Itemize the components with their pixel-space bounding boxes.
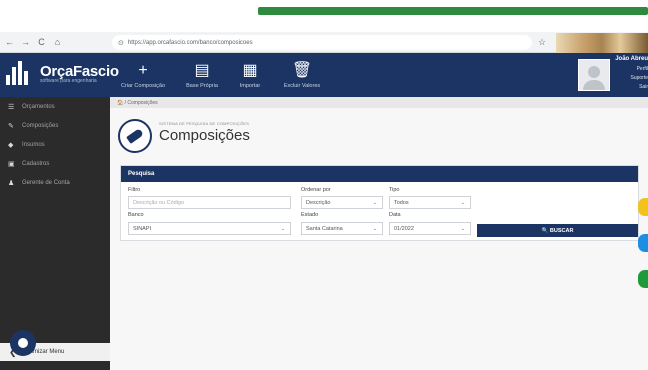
criar-composicao-button[interactable]: + Criar Composição bbox=[118, 53, 168, 97]
register-icon: ▣ bbox=[8, 160, 15, 168]
drop-icon: ◆ bbox=[8, 141, 14, 149]
excluir-valores-button[interactable]: 🗑 Excluir Valores bbox=[278, 53, 326, 97]
sidebar: ☰ Orçamentos ✎ Composições ◆ Insumos ▣ C… bbox=[0, 97, 110, 370]
buscar-button[interactable]: 🔍 BUSCAR bbox=[477, 224, 638, 237]
reload-icon[interactable]: C bbox=[35, 36, 48, 49]
trash-icon: 🗑 bbox=[291, 61, 313, 79]
sidebar-item-insumos[interactable]: ◆ Insumos bbox=[0, 135, 110, 154]
brush-icon: ✎ bbox=[8, 122, 14, 130]
sidebar-item-cadastros[interactable]: ▣ Cadastros bbox=[0, 154, 110, 173]
ordenar-select[interactable]: Descrição ⌄ bbox=[301, 196, 383, 209]
browser-theme-image bbox=[556, 33, 648, 53]
address-bar[interactable]: ⊙ https://app.orcafascio.com/banco/compo… bbox=[112, 35, 532, 50]
user-menu: João Abreu Perfil Suporte Sair bbox=[612, 56, 648, 90]
green-edge-tab bbox=[638, 270, 648, 288]
chevron-down-icon: ⌄ bbox=[460, 225, 465, 232]
document-icon: ▤ bbox=[194, 61, 210, 79]
chevron-down-icon: ⌄ bbox=[372, 199, 377, 206]
chat-icon bbox=[18, 338, 28, 348]
person-icon: ♟ bbox=[8, 179, 15, 187]
app-header: OrçaFascio software para engenharia + Cr… bbox=[0, 53, 648, 97]
main-content: 🏠 / Composições SISTEMA DE PESQUISA DE C… bbox=[110, 97, 648, 370]
data-select[interactable]: 01/2022 ⌄ bbox=[389, 222, 471, 235]
estado-select[interactable]: Santa Catarina ⌄ bbox=[301, 222, 383, 235]
page-title: Composições bbox=[159, 127, 250, 144]
banco-select[interactable]: SINAPI ⌄ bbox=[128, 222, 291, 235]
chevron-down-icon: ⌄ bbox=[460, 199, 465, 206]
logo-icon bbox=[6, 61, 34, 85]
sidebar-item-composicoes[interactable]: ✎ Composições bbox=[0, 116, 110, 135]
base-propria-button[interactable]: ▤ Base Própria bbox=[180, 53, 224, 97]
list-icon: ☰ bbox=[8, 103, 15, 111]
tipo-select[interactable]: Todos ⌄ bbox=[389, 196, 471, 209]
top-strip bbox=[0, 0, 648, 32]
importar-button[interactable]: ▦ Importar bbox=[230, 53, 270, 97]
search-panel-title: Pesquisa bbox=[121, 166, 638, 182]
search-panel: Pesquisa Filtro Descrição ou Código Orde… bbox=[120, 165, 639, 241]
filtro-label: Filtro bbox=[128, 187, 141, 193]
ordenar-label: Ordenar por bbox=[301, 187, 331, 193]
data-label: Data bbox=[389, 212, 401, 218]
sidebar-item-gerente-de-conta[interactable]: ♟ Gerente de Conta bbox=[0, 173, 110, 192]
browser-toolbar: ← → C ⌂ ⊙ https://app.orcafascio.com/ban… bbox=[0, 32, 648, 53]
chevron-down-icon: ⌄ bbox=[372, 225, 377, 232]
avatar[interactable] bbox=[578, 59, 610, 91]
blue-edge-tab bbox=[638, 234, 648, 252]
bookmark-star-icon[interactable]: ☆ bbox=[538, 37, 546, 48]
breadcrumb[interactable]: 🏠 / Composições bbox=[110, 97, 648, 108]
home-icon[interactable]: ⌂ bbox=[51, 36, 64, 49]
sidebar-item-orcamentos[interactable]: ☰ Orçamentos bbox=[0, 97, 110, 116]
suporte-link[interactable]: Suporte bbox=[612, 75, 648, 81]
plus-icon: + bbox=[138, 61, 148, 79]
url-text: https://app.orcafascio.com/banco/composi… bbox=[127, 39, 253, 46]
tipo-label: Tipo bbox=[389, 187, 400, 193]
filtro-input[interactable]: Descrição ou Código bbox=[128, 196, 291, 209]
compositions-icon bbox=[118, 119, 152, 153]
forward-icon[interactable]: → bbox=[19, 36, 32, 49]
lock-icon: ⊙ bbox=[118, 39, 124, 47]
logo-title: OrçaFascio bbox=[40, 62, 119, 80]
import-icon: ▦ bbox=[242, 61, 258, 79]
progress-line bbox=[258, 7, 648, 15]
yellow-edge-tab bbox=[638, 198, 648, 216]
chat-widget-button[interactable] bbox=[10, 330, 36, 356]
sair-link[interactable]: Sair bbox=[612, 84, 648, 90]
chevron-down-icon: ⌄ bbox=[280, 225, 285, 232]
perfil-link[interactable]: Perfil bbox=[612, 66, 648, 72]
back-icon[interactable]: ← bbox=[3, 36, 16, 49]
banco-label: Banco bbox=[128, 212, 144, 218]
logo[interactable]: OrçaFascio software para engenharia bbox=[6, 61, 119, 85]
user-name: João Abreu bbox=[615, 56, 648, 62]
page-subtitle: SISTEMA DE PESQUISA DE COMPOSIÇÕES bbox=[159, 121, 250, 126]
estado-label: Estado bbox=[301, 212, 319, 218]
